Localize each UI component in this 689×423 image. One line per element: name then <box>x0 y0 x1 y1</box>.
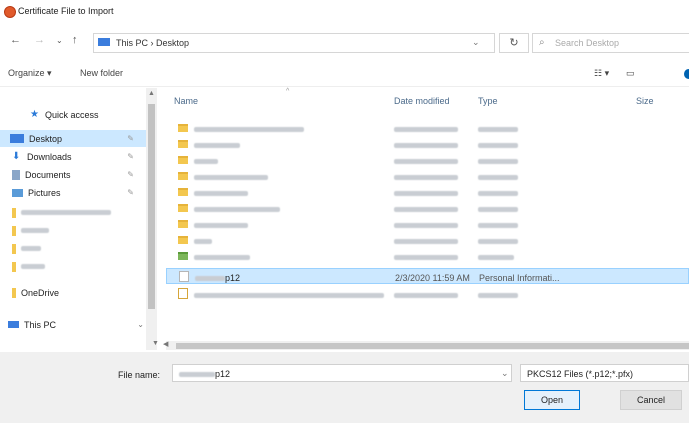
sort-caret-icon: ^ <box>286 88 290 95</box>
search-icon: ⌕ <box>539 37 545 48</box>
address-row: ← → ⌄ ↑ This PC › Desktop ⌄ ↻ ⌕ Search D… <box>0 30 689 56</box>
expand-chevron-icon[interactable]: ⌄ <box>137 320 144 329</box>
folder-icon <box>178 188 188 196</box>
folder-icon <box>178 204 188 212</box>
scroll-left-icon[interactable]: ◀ <box>163 340 168 348</box>
nav-this-pc[interactable]: This PC ⌄ <box>0 316 146 333</box>
pin-icon: ✎ <box>127 152 134 161</box>
breadcrumb[interactable]: This PC › Desktop <box>116 38 189 48</box>
app-icon <box>4 6 16 18</box>
dialog-footer <box>0 352 689 423</box>
title-bar: Certificate File to Import <box>0 0 689 24</box>
hscrollbar-thumb[interactable] <box>176 343 689 349</box>
nav-documents[interactable]: Documents ✎ <box>0 166 146 183</box>
file-row[interactable] <box>166 136 689 152</box>
column-header-date[interactable]: Date modified <box>394 96 450 106</box>
command-bar: Organize ▾ New folder ☷ ▾ ▭ <box>0 62 689 87</box>
document-icon <box>12 169 20 180</box>
computer-icon <box>98 38 110 46</box>
file-row[interactable] <box>166 286 689 302</box>
folder-icon <box>178 124 188 132</box>
file-row[interactable] <box>166 216 689 232</box>
refresh-icon[interactable]: ↻ <box>499 33 529 53</box>
organize-button[interactable]: Organize ▾ <box>8 68 52 79</box>
folder-icon <box>12 261 16 272</box>
search-placeholder: Search Desktop <box>555 38 620 48</box>
nav-quick-access[interactable]: ★ Quick access <box>0 106 146 123</box>
nav-folder-blurred[interactable] <box>0 240 146 257</box>
certificate-file-icon <box>179 271 189 282</box>
column-header-size[interactable]: Size <box>636 96 654 106</box>
file-row-selected[interactable]: p12 2/3/2020 11:59 AM Personal Informati… <box>166 268 689 284</box>
scroll-up-icon[interactable]: ▲ <box>148 90 155 97</box>
nav-folder-blurred[interactable] <box>0 222 146 239</box>
address-bar[interactable]: This PC › Desktop ⌄ <box>93 33 495 53</box>
open-button[interactable]: Open <box>524 390 580 410</box>
folder-icon <box>178 156 188 164</box>
recent-dropdown-icon[interactable]: ⌄ <box>56 36 63 45</box>
address-dropdown-icon[interactable]: ⌄ <box>472 37 480 48</box>
selected-file-name: p12 <box>225 273 241 283</box>
folder-icon <box>178 172 188 180</box>
forward-arrow-icon[interactable]: → <box>34 34 45 46</box>
pin-icon: ✎ <box>127 188 134 197</box>
nav-pictures[interactable]: Pictures ✎ <box>0 184 146 201</box>
file-row[interactable] <box>166 152 689 168</box>
preview-pane-icon[interactable]: ▭ <box>626 68 635 79</box>
file-row[interactable] <box>166 168 689 184</box>
file-name-dropdown-icon[interactable]: ⌄ <box>501 368 509 379</box>
file-row[interactable] <box>166 200 689 216</box>
shortcut-icon <box>178 252 188 260</box>
selected-file-type: Personal Informati... <box>479 273 560 283</box>
file-row[interactable] <box>166 184 689 200</box>
nav-downloads[interactable]: ⬇ Downloads ✎ <box>0 148 146 165</box>
folder-icon <box>178 220 188 228</box>
pin-icon: ✎ <box>127 134 134 143</box>
download-icon: ⬇ <box>12 151 21 162</box>
pictures-icon <box>12 188 23 197</box>
computer-icon <box>8 321 19 328</box>
desktop-icon <box>10 134 24 143</box>
column-header-name[interactable]: Name <box>174 96 198 106</box>
folder-icon <box>12 207 16 218</box>
up-arrow-icon[interactable]: ↑ <box>72 34 78 46</box>
nav-desktop[interactable]: Desktop ✎ <box>0 130 146 147</box>
view-options-icon[interactable]: ☷ ▾ <box>594 68 609 79</box>
file-name-value: p12 <box>215 369 231 379</box>
file-row[interactable] <box>166 120 689 136</box>
window-title: Certificate File to Import <box>18 6 114 16</box>
back-arrow-icon[interactable]: ← <box>10 34 21 46</box>
folder-icon <box>178 236 188 244</box>
nav-folder-blurred[interactable] <box>0 204 146 221</box>
folder-icon <box>12 225 16 236</box>
nav-onedrive[interactable]: OneDrive <box>0 284 146 301</box>
file-name-input[interactable]: p12 ⌄ <box>172 364 512 382</box>
new-folder-button[interactable]: New folder <box>80 68 123 78</box>
selected-file-date: 2/3/2020 11:59 AM <box>395 273 470 283</box>
column-header-type[interactable]: Type <box>478 96 498 106</box>
nav-folder-blurred[interactable] <box>0 258 146 275</box>
file-type-select[interactable]: PKCS12 Files (*.p12;*.pfx) <box>520 364 689 382</box>
file-icon <box>178 288 188 299</box>
search-input[interactable]: ⌕ Search Desktop <box>532 33 689 53</box>
navigation-pane: ★ Quick access Desktop ✎ ⬇ Downloads ✎ D… <box>0 88 166 350</box>
star-icon: ★ <box>30 109 39 120</box>
file-row[interactable] <box>166 232 689 248</box>
cancel-button[interactable]: Cancel <box>620 390 682 410</box>
nav-scrollbar-thumb[interactable] <box>148 104 155 309</box>
file-name-label: File name: <box>118 370 161 380</box>
pin-icon: ✎ <box>127 170 134 179</box>
folder-icon <box>12 243 16 254</box>
file-type-value: PKCS12 Files (*.p12;*.pfx) <box>527 369 634 379</box>
file-row[interactable] <box>166 248 689 264</box>
folder-icon <box>178 140 188 148</box>
onedrive-icon <box>12 287 16 298</box>
help-icon[interactable] <box>684 69 689 79</box>
file-list: Name ^ Date modified Type Size p12 2/3/2… <box>166 88 689 350</box>
scroll-down-icon[interactable]: ▼ <box>152 340 159 347</box>
